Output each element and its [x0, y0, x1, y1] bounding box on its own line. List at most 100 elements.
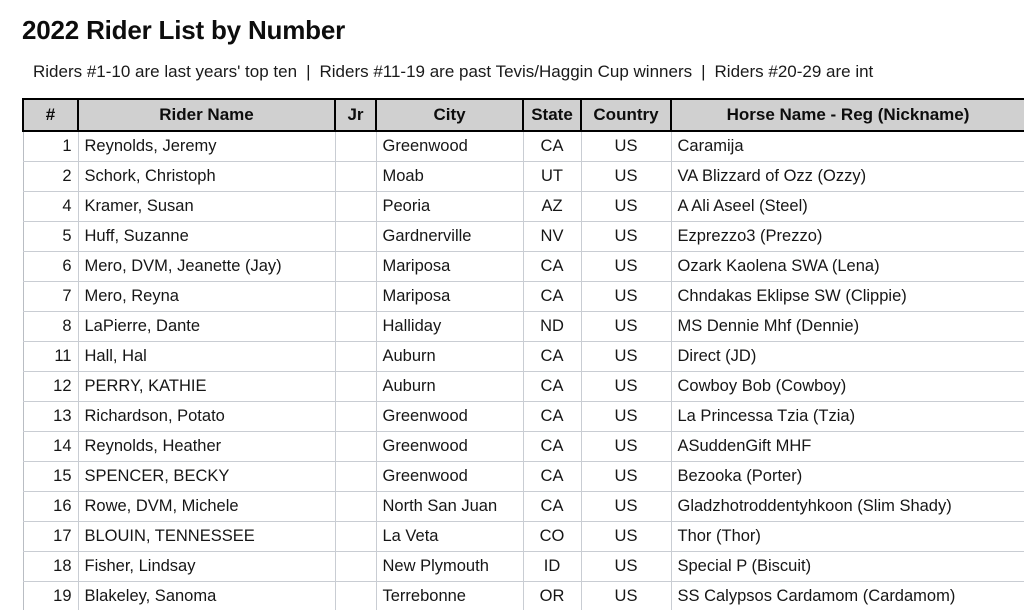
- table-row[interactable]: 7 Mero, Reyna Mariposa CA US Chndakas Eklipse…: [22, 281, 1024, 312]
- cell-horse[interactable]: A Ali Aseel (Steel): [670, 191, 1024, 222]
- cell-jr[interactable]: [334, 551, 377, 582]
- cell-state[interactable]: NV: [522, 221, 582, 252]
- cell-state[interactable]: ND: [522, 311, 582, 342]
- cell-jr[interactable]: [334, 371, 377, 402]
- cell-rider[interactable]: Schork, Christoph: [77, 161, 336, 192]
- cell-state[interactable]: CA: [522, 341, 582, 372]
- cell-num[interactable]: 2: [22, 161, 79, 192]
- cell-country[interactable]: US: [580, 281, 672, 312]
- cell-rider[interactable]: Blakeley, Sanoma: [77, 581, 336, 610]
- cell-country[interactable]: US: [580, 221, 672, 252]
- table-row[interactable]: 15 SPENCER, BECKY Greenwood CA US Bezooka (Po…: [22, 461, 1024, 492]
- cell-horse[interactable]: SS Calypsos Cardamom (Cardamom): [670, 581, 1024, 610]
- column-header-jr[interactable]: Jr: [334, 98, 377, 132]
- table-row[interactable]: 18 Fisher, Lindsay New Plymouth ID US Special…: [22, 551, 1024, 582]
- cell-horse[interactable]: Thor (Thor): [670, 521, 1024, 552]
- cell-horse[interactable]: Gladzhotroddentyhkoon (Slim Shady): [670, 491, 1024, 522]
- cell-city[interactable]: Greenwood: [375, 461, 524, 492]
- cell-country[interactable]: US: [580, 551, 672, 582]
- cell-horse[interactable]: La Princessa Tzia (Tzia): [670, 401, 1024, 432]
- cell-jr[interactable]: [334, 521, 377, 552]
- cell-country[interactable]: US: [580, 401, 672, 432]
- column-header-horse[interactable]: Horse Name - Reg (Nickname): [670, 98, 1024, 132]
- cell-horse[interactable]: MS Dennie Mhf (Dennie): [670, 311, 1024, 342]
- table-row[interactable]: 19 Blakeley, Sanoma Terrebonne OR US SS Calyp…: [22, 581, 1024, 610]
- cell-state[interactable]: CA: [522, 431, 582, 462]
- cell-city[interactable]: La Veta: [375, 521, 524, 552]
- cell-horse[interactable]: Ezprezzo3 (Prezzo): [670, 221, 1024, 252]
- cell-rider[interactable]: LaPierre, Dante: [77, 311, 336, 342]
- table-row[interactable]: 6 Mero, DVM, Jeanette (Jay) Mariposa CA US Oz…: [22, 251, 1024, 282]
- cell-rider[interactable]: Richardson, Potato: [77, 401, 336, 432]
- column-header-city[interactable]: City: [375, 98, 524, 132]
- cell-country[interactable]: US: [580, 191, 672, 222]
- cell-horse[interactable]: Bezooka (Porter): [670, 461, 1024, 492]
- cell-city[interactable]: Terrebonne: [375, 581, 524, 610]
- cell-country[interactable]: US: [580, 341, 672, 372]
- cell-num[interactable]: 17: [22, 521, 79, 552]
- cell-rider[interactable]: Reynolds, Heather: [77, 431, 336, 462]
- cell-city[interactable]: Halliday: [375, 311, 524, 342]
- cell-country[interactable]: US: [580, 161, 672, 192]
- cell-num[interactable]: 15: [22, 461, 79, 492]
- table-row[interactable]: 2 Schork, Christoph Moab UT US VA Blizzard of…: [22, 161, 1024, 192]
- cell-country[interactable]: US: [580, 131, 672, 162]
- table-row[interactable]: 16 Rowe, DVM, Michele North San Juan CA US Gl…: [22, 491, 1024, 522]
- table-row[interactable]: 14 Reynolds, Heather Greenwood CA US ASuddenG…: [22, 431, 1024, 462]
- cell-jr[interactable]: [334, 491, 377, 522]
- cell-city[interactable]: New Plymouth: [375, 551, 524, 582]
- cell-state[interactable]: OR: [522, 581, 582, 610]
- cell-state[interactable]: CA: [522, 281, 582, 312]
- cell-jr[interactable]: [334, 191, 377, 222]
- cell-jr[interactable]: [334, 431, 377, 462]
- cell-rider[interactable]: Mero, Reyna: [77, 281, 336, 312]
- cell-city[interactable]: Auburn: [375, 341, 524, 372]
- cell-num[interactable]: 14: [22, 431, 79, 462]
- cell-horse[interactable]: Ozark Kaolena SWA (Lena): [670, 251, 1024, 282]
- cell-country[interactable]: US: [580, 371, 672, 402]
- cell-country[interactable]: US: [580, 311, 672, 342]
- cell-jr[interactable]: [334, 341, 377, 372]
- cell-rider[interactable]: Rowe, DVM, Michele: [77, 491, 336, 522]
- table-row[interactable]: 1 Reynolds, Jeremy Greenwood CA US Caramija: [22, 131, 1024, 162]
- cell-state[interactable]: CA: [522, 491, 582, 522]
- cell-num[interactable]: 19: [22, 581, 79, 610]
- cell-horse[interactable]: Special P (Biscuit): [670, 551, 1024, 582]
- cell-jr[interactable]: [334, 221, 377, 252]
- cell-city[interactable]: Peoria: [375, 191, 524, 222]
- cell-state[interactable]: CO: [522, 521, 582, 552]
- cell-num[interactable]: 7: [22, 281, 79, 312]
- cell-horse[interactable]: ASuddenGift MHF: [670, 431, 1024, 462]
- cell-country[interactable]: US: [580, 431, 672, 462]
- column-header-rider[interactable]: Rider Name: [77, 98, 336, 132]
- cell-horse[interactable]: Chndakas Eklipse SW (Clippie): [670, 281, 1024, 312]
- cell-num[interactable]: 6: [22, 251, 79, 282]
- cell-num[interactable]: 16: [22, 491, 79, 522]
- cell-jr[interactable]: [334, 161, 377, 192]
- cell-state[interactable]: CA: [522, 401, 582, 432]
- cell-num[interactable]: 8: [22, 311, 79, 342]
- cell-state[interactable]: ID: [522, 551, 582, 582]
- cell-rider[interactable]: SPENCER, BECKY: [77, 461, 336, 492]
- cell-state[interactable]: CA: [522, 461, 582, 492]
- cell-rider[interactable]: Reynolds, Jeremy: [77, 131, 336, 162]
- cell-state[interactable]: AZ: [522, 191, 582, 222]
- cell-jr[interactable]: [334, 581, 377, 610]
- cell-num[interactable]: 1: [22, 131, 79, 162]
- cell-rider[interactable]: PERRY, KATHIE: [77, 371, 336, 402]
- cell-city[interactable]: Gardnerville: [375, 221, 524, 252]
- cell-state[interactable]: CA: [522, 371, 582, 402]
- column-header-country[interactable]: Country: [580, 98, 672, 132]
- cell-jr[interactable]: [334, 461, 377, 492]
- cell-horse[interactable]: Cowboy Bob (Cowboy): [670, 371, 1024, 402]
- cell-rider[interactable]: Huff, Suzanne: [77, 221, 336, 252]
- cell-state[interactable]: CA: [522, 131, 582, 162]
- cell-city[interactable]: Greenwood: [375, 401, 524, 432]
- cell-rider[interactable]: Hall, Hal: [77, 341, 336, 372]
- column-header-num[interactable]: #: [22, 98, 79, 132]
- table-row[interactable]: 5 Huff, Suzanne Gardnerville NV US Ezprezzo3 …: [22, 221, 1024, 252]
- table-row[interactable]: 8 LaPierre, Dante Halliday ND US MS Dennie Mh…: [22, 311, 1024, 342]
- cell-city[interactable]: Moab: [375, 161, 524, 192]
- table-row[interactable]: 17 BLOUIN, TENNESSEE La Veta CO US Thor (Thor…: [22, 521, 1024, 552]
- cell-jr[interactable]: [334, 311, 377, 342]
